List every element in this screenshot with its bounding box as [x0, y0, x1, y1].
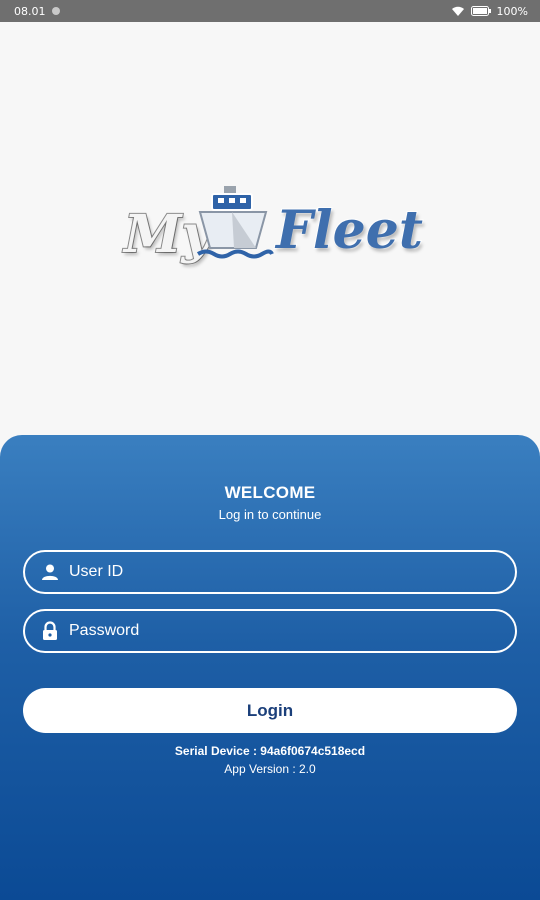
- battery-percent: 100%: [496, 4, 528, 18]
- password-field[interactable]: [23, 609, 517, 653]
- serial-device: Serial Device : 94a6f0674c518ecd: [174, 744, 366, 758]
- wifi-icon: [451, 6, 465, 17]
- userid-field[interactable]: [23, 550, 517, 594]
- userid-input[interactable]: [69, 563, 489, 581]
- logo-text-fleet: Fleet: [275, 199, 424, 262]
- login-button[interactable]: Login: [23, 688, 517, 733]
- password-input[interactable]: [69, 622, 489, 640]
- user-icon: [41, 563, 59, 581]
- logo-area: My Fleet: [0, 22, 540, 435]
- welcome-subtitle: Log in to continue: [218, 507, 322, 522]
- ship-icon: [194, 186, 274, 273]
- welcome-heading: WELCOME: [224, 483, 316, 502]
- battery-icon: [470, 6, 491, 16]
- app-version: App Version : 2.0: [224, 762, 316, 776]
- notification-dot-icon: [51, 7, 60, 15]
- clock: 08.01: [14, 4, 46, 18]
- login-panel: WELCOME Log in to continue Login Serial …: [0, 435, 540, 900]
- lock-icon: [41, 621, 59, 641]
- app-logo: My Fleet: [123, 186, 424, 296]
- status-bar: 08.01 100%: [0, 0, 540, 22]
